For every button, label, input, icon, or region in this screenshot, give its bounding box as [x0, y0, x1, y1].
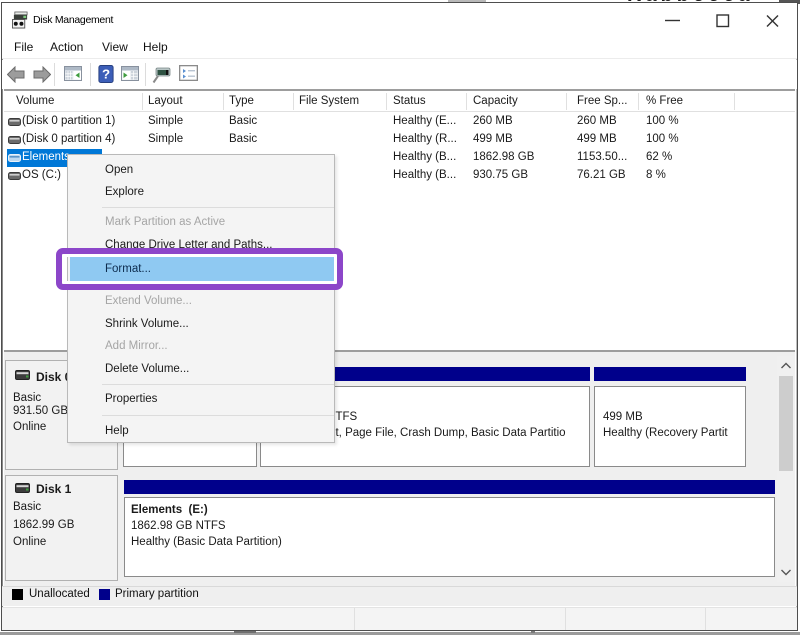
svg-text:?: ? — [102, 67, 110, 82]
